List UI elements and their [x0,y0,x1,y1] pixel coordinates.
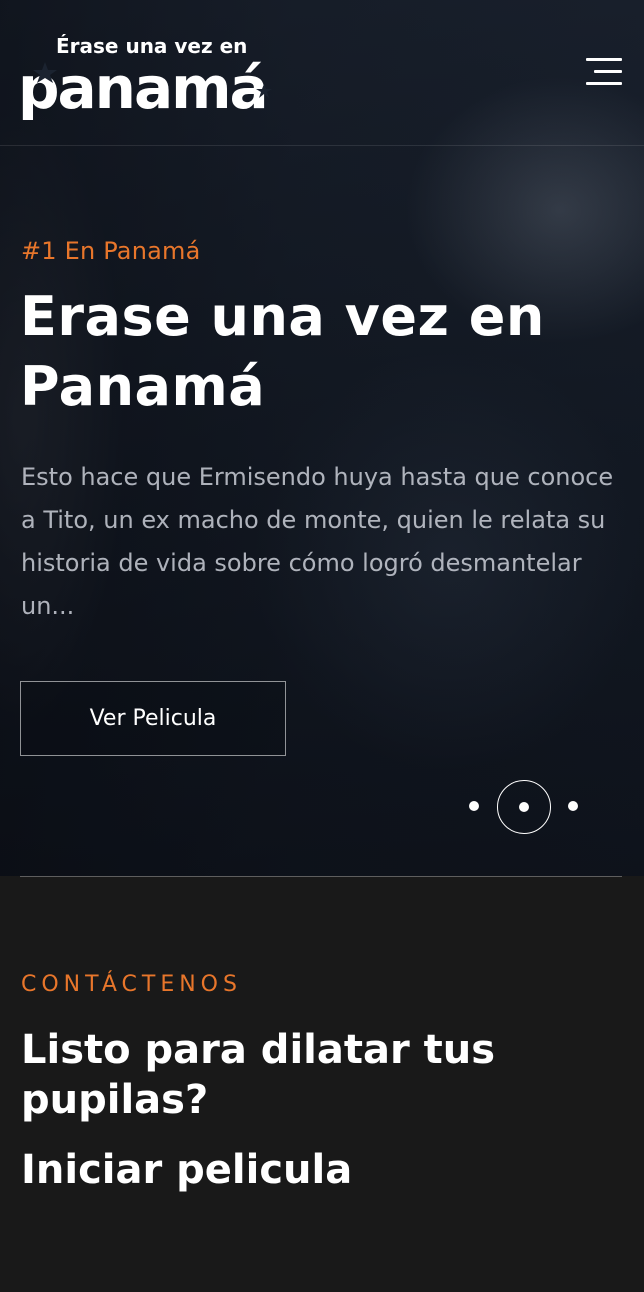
watch-movie-button[interactable]: Ver Pelicula [20,681,286,756]
hero-title: Erase una vez en Panamá [20,285,545,418]
slider-pagination [460,779,590,835]
contact-section: CONTÁCTENOS Listo para dilatar tus pupil… [0,876,644,1292]
slider-dot-active[interactable] [497,780,551,834]
menu-line [586,58,622,61]
hero-description: Esto hace que Ermisendo huya hasta que c… [21,463,614,620]
logo-graphic: Érase una vez en panamá [18,34,272,122]
slider-dot[interactable] [469,801,479,811]
slider-dot[interactable] [568,801,578,811]
start-movie-link[interactable]: Iniciar pelicula [21,1147,352,1193]
hero-section: Érase una vez en panamá #1 En Panamá Era… [0,0,644,876]
site-header: Érase una vez en panamá [0,0,644,146]
section-divider [20,876,622,877]
menu-line [594,70,622,73]
menu-line [586,82,622,85]
contact-heading: Listo para dilatar tus pupilas? [21,1027,496,1123]
contact-eyebrow: CONTÁCTENOS [21,972,242,997]
site-logo[interactable]: Érase una vez en panamá [18,22,288,122]
logo-big-text: panamá [18,54,267,122]
hero-eyebrow: #1 En Panamá [21,237,201,265]
slider-dot-active-center [519,802,529,812]
hamburger-menu-icon[interactable] [578,52,624,92]
page: Érase una vez en panamá #1 En Panamá Era… [0,0,644,1292]
